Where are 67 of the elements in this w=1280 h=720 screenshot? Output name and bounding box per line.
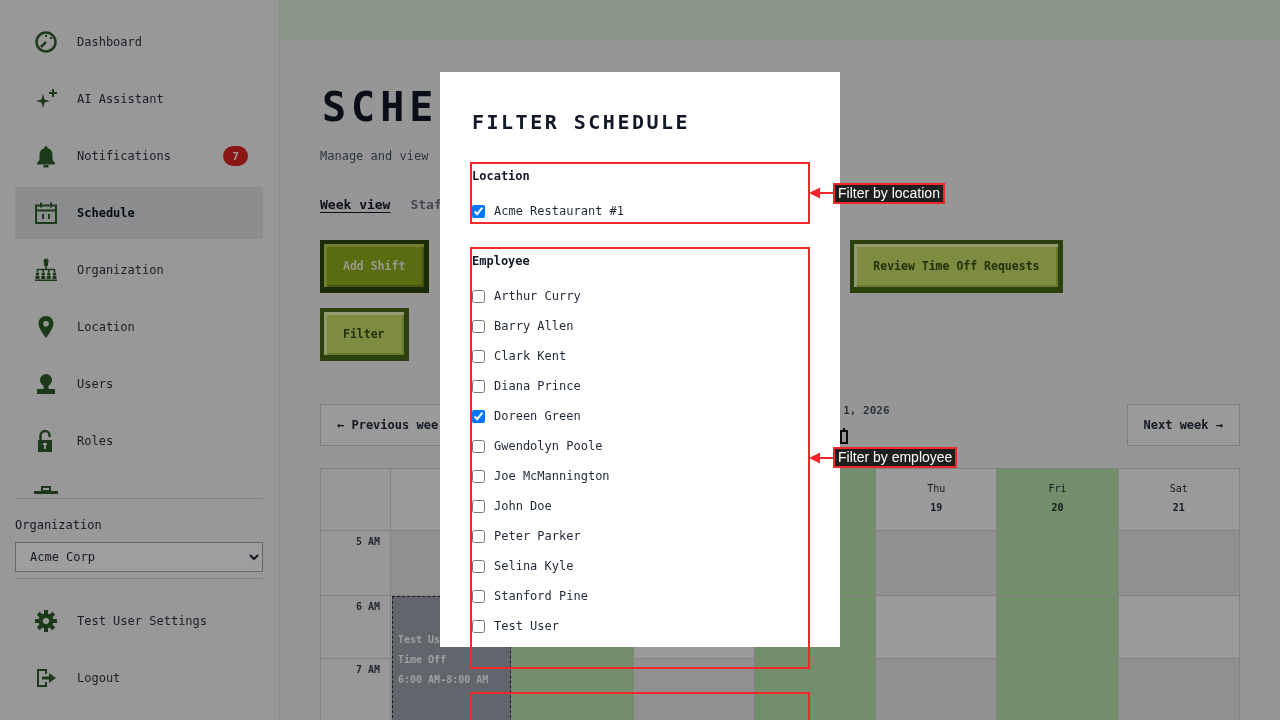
day-date: 19 xyxy=(930,501,943,515)
checkbox-label[interactable]: Diana Prince xyxy=(494,371,581,401)
callout-label: Filter by employee xyxy=(833,447,958,468)
checkbox[interactable] xyxy=(472,349,485,363)
day-name: Thu xyxy=(927,482,946,496)
checkbox[interactable] xyxy=(472,319,485,333)
event-label: Time Off xyxy=(398,653,447,667)
tab[interactable]: Week view xyxy=(320,195,391,215)
checkbox[interactable] xyxy=(472,379,485,393)
nav-item[interactable]: Logout xyxy=(15,652,263,704)
checkbox-label[interactable]: Acme Restaurant #1 xyxy=(494,196,625,226)
hour-label: 5 AM xyxy=(355,535,380,549)
group-label: Location xyxy=(472,168,530,185)
day-name: Sat xyxy=(1169,482,1188,496)
day-date: 21 xyxy=(1172,501,1185,515)
checkbox[interactable] xyxy=(472,204,485,218)
tab[interactable]: Staf xyxy=(410,195,442,215)
org-chart-icon xyxy=(34,258,58,282)
logout-icon xyxy=(34,666,58,690)
bell-icon xyxy=(34,144,58,168)
checkbox-label[interactable]: Barry Allen xyxy=(494,311,574,341)
day-date: 20 xyxy=(1051,501,1064,515)
callout-label: Filter by location xyxy=(833,183,945,204)
nav-item[interactable]: Organization xyxy=(15,244,263,296)
checkbox-label[interactable]: Arthur Curry xyxy=(494,281,581,311)
checkbox[interactable] xyxy=(472,289,485,303)
checkbox-label[interactable]: Joe McMannington xyxy=(494,461,610,491)
nav-item[interactable]: Roles xyxy=(15,415,263,467)
checkbox-label[interactable]: Clark Kent xyxy=(494,341,567,371)
hour-label: 6 AM xyxy=(355,600,380,614)
action-button[interactable]: Filter xyxy=(320,308,409,361)
checkbox[interactable] xyxy=(472,409,485,423)
gear-icon xyxy=(34,609,58,633)
calendar-icon xyxy=(34,201,58,225)
nav-item[interactable]: Users xyxy=(15,358,263,410)
action-button[interactable]: Review Time Off Requests xyxy=(850,240,1064,293)
event-employee: Test Us xyxy=(398,633,441,647)
nav-item[interactable]: AI Assistant xyxy=(15,73,263,125)
checkbox-label[interactable]: Selina Kyle xyxy=(494,551,574,581)
dialog-title: FILTER SCHEDULE xyxy=(472,109,691,136)
next-week-button[interactable]: Next week → xyxy=(1126,404,1240,446)
nav-item[interactable]: Test User Settings xyxy=(15,595,263,647)
event-time: 6:00 AM-8:00 AM xyxy=(398,673,489,687)
checkbox-label[interactable]: Peter Parker xyxy=(494,521,581,551)
checkbox-label[interactable]: John Doe xyxy=(494,491,552,521)
checkbox-label[interactable]: Gwendolyn Poole xyxy=(494,431,603,461)
day-name: Fri xyxy=(1048,482,1067,496)
arrow-icon xyxy=(809,452,833,464)
checkbox-label[interactable]: Doreen Green xyxy=(494,401,581,431)
briefcase-icon xyxy=(34,486,58,494)
page-title: SCHE xyxy=(322,83,439,131)
page-subtitle: Manage and view xyxy=(320,148,429,165)
organization-select[interactable]: Acme Corp xyxy=(15,542,263,572)
calendar-icon xyxy=(840,428,849,444)
checkbox[interactable] xyxy=(472,439,485,453)
nav-item[interactable]: Location xyxy=(15,301,263,353)
notification-count: 7 xyxy=(223,146,248,166)
gauge-icon xyxy=(34,30,58,54)
group-label: Employee xyxy=(472,253,530,270)
nav-item[interactable]: Dashboard xyxy=(15,16,263,68)
date-range: 1, 2026 xyxy=(843,404,890,418)
hour-label: 7 AM xyxy=(355,663,380,677)
arrow-icon xyxy=(809,187,833,199)
user-icon xyxy=(34,372,58,396)
nav-item[interactable]: Schedule xyxy=(15,187,263,239)
nav-item[interactable]: Notifications 7 xyxy=(15,130,263,182)
field-label: Organization xyxy=(15,517,102,534)
